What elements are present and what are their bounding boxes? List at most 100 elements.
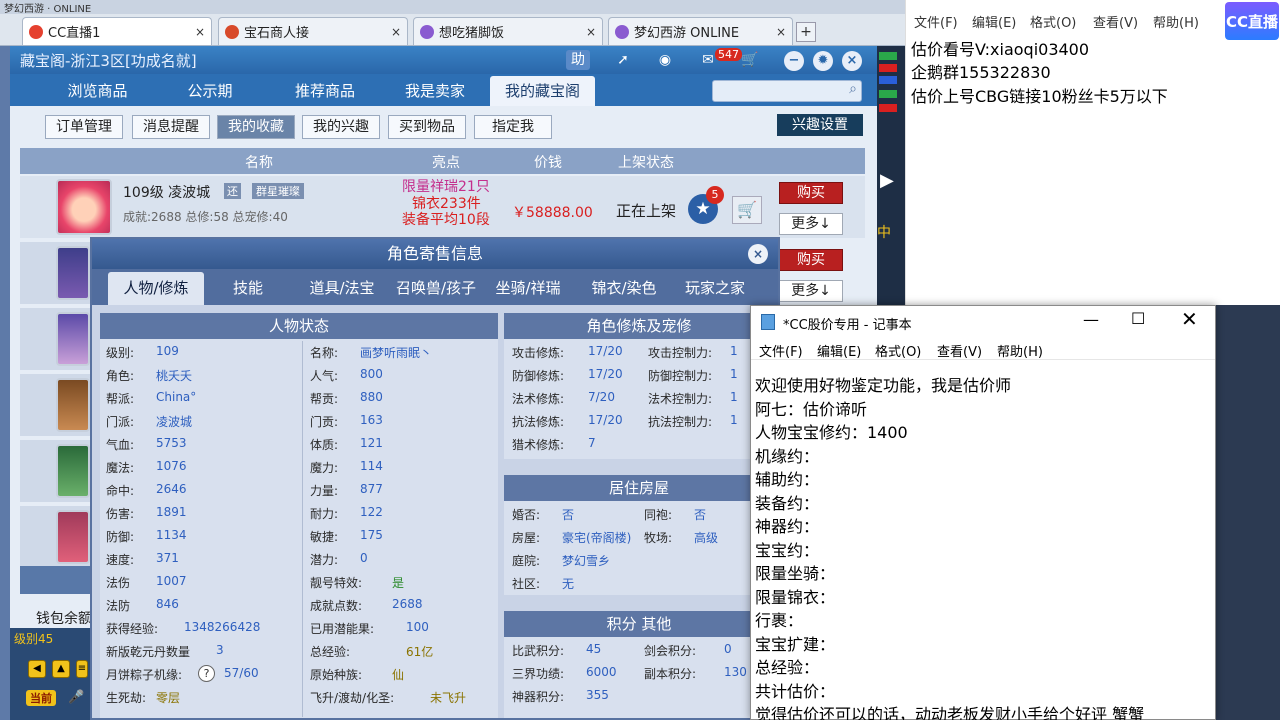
menu-format[interactable]: 格式(O) xyxy=(875,341,921,360)
record-icon[interactable]: ◉ xyxy=(654,50,676,70)
menu-view[interactable]: 查看(V) xyxy=(937,341,982,360)
stat-value: 121 xyxy=(360,436,383,450)
stat-row: 角色: 桃夭夭 xyxy=(100,364,296,386)
more-button[interactable]: 更多↓ xyxy=(779,280,843,302)
cart-icon[interactable]: 🛒 xyxy=(738,50,762,70)
stat-row: 新版乾元丹数量 3 xyxy=(100,640,296,662)
highlight-1: 限量祥瑞21只 xyxy=(402,179,490,195)
message-remind-button[interactable]: 消息提醒 xyxy=(132,115,210,139)
overlay-line: 企鹅群155322830 xyxy=(911,63,1051,82)
menu-edit[interactable]: 编辑(E) xyxy=(817,341,861,360)
stat-row: 总经验: 61亿 xyxy=(304,640,500,662)
browser-tab-cc-live[interactable]: CC直播1 × xyxy=(22,17,212,45)
role-name: 109级 凌波城 xyxy=(123,185,211,201)
minimize-icon[interactable]: − xyxy=(784,51,804,71)
search-input[interactable]: ⌕ xyxy=(712,80,862,102)
tab-home[interactable]: 玩家之家 xyxy=(672,272,758,305)
order-manage-button[interactable]: 订单管理 xyxy=(45,115,123,139)
stat-value: 800 xyxy=(360,367,383,381)
list-item[interactable] xyxy=(20,506,90,568)
cart-icon[interactable]: 🛒 xyxy=(732,196,762,224)
menu-help[interactable]: 帮助(H) xyxy=(1153,12,1199,31)
menu-icon[interactable]: ≡ xyxy=(76,660,88,678)
tab-outfits[interactable]: 锦衣/染色 xyxy=(580,272,668,305)
my-favorites-button[interactable]: 我的收藏 xyxy=(217,115,295,139)
tab-pets[interactable]: 召唤兽/孩子 xyxy=(388,272,484,305)
menu-view[interactable]: 查看(V) xyxy=(1093,12,1138,31)
close-icon[interactable]: × xyxy=(195,25,205,39)
tab-skills[interactable]: 技能 xyxy=(210,272,286,305)
menu-file[interactable]: 文件(F) xyxy=(914,12,958,31)
browser-tab-mhxy-online[interactable]: 梦幻西游 ONLINE × xyxy=(608,17,793,45)
stat-row: 帮贡: 880 xyxy=(304,387,500,409)
tab-recommended[interactable]: 推荐商品 xyxy=(275,76,375,106)
list-item[interactable] xyxy=(20,242,90,304)
microphone-icon[interactable]: 🎤 xyxy=(68,690,84,705)
stat-value: 凌波城 xyxy=(156,415,193,429)
buy-button[interactable]: 购买 xyxy=(779,182,843,204)
menu-edit[interactable]: 编辑(E) xyxy=(972,12,1016,31)
browser-tab-pork-rice[interactable]: 想吃猪脚饭 × xyxy=(413,17,603,45)
stat-value: 355 xyxy=(586,688,609,702)
stat-row: 体质: 121 xyxy=(304,433,500,455)
list-item[interactable] xyxy=(20,308,90,370)
tab-public[interactable]: 公示期 xyxy=(165,76,255,106)
minimize-icon[interactable]: — xyxy=(1083,310,1099,329)
tab-items[interactable]: 道具/法宝 xyxy=(298,272,386,305)
list-item[interactable] xyxy=(20,440,90,502)
stat-value: 175 xyxy=(360,528,383,542)
gear-icon[interactable]: ✹ xyxy=(813,51,833,71)
help-icon[interactable]: ? xyxy=(198,665,215,682)
my-interests-button[interactable]: 我的兴趣 xyxy=(302,115,380,139)
stat-row: 神器积分: 355 xyxy=(512,685,642,707)
share-icon[interactable]: ➚ xyxy=(612,50,634,70)
stat-row: 防御修炼: 17/20 xyxy=(504,364,644,386)
cultivation-left-column: 攻击修炼: 17/20 防御修炼: 17/20 法术修炼: 7/20 抗法修炼: 17/20 猎… xyxy=(504,341,644,457)
close-icon[interactable]: × xyxy=(842,51,862,71)
list-item[interactable] xyxy=(20,374,90,436)
stat-row: 敏捷: 175 xyxy=(304,525,500,547)
current-button[interactable]: 当前 xyxy=(26,690,56,706)
close-icon[interactable]: ✕ xyxy=(1181,307,1198,331)
stat-label: 名称: xyxy=(310,346,339,360)
notepad-line: 装备约： xyxy=(755,493,820,513)
stat-row: 靓号特效: 是 xyxy=(304,571,500,593)
assigned-to-me-button[interactable]: 指定我 xyxy=(474,115,552,139)
stat-label: 门派: xyxy=(106,415,135,429)
buy-button[interactable]: 购买 xyxy=(779,249,843,271)
search-icon[interactable]: ⌕ xyxy=(849,81,857,97)
stat-label: 防御修炼: xyxy=(512,369,565,383)
new-tab-button[interactable]: + xyxy=(796,22,816,42)
menu-help[interactable]: 帮助(H) xyxy=(997,341,1043,360)
cc-live-logo: CC直播 xyxy=(1225,2,1279,40)
table-row[interactable]: 109级 凌波城 还 群星璀璨 成就:2688 总修:58 总宠修:40 限量祥… xyxy=(20,176,865,238)
stat-label: 抗法修炼: xyxy=(512,415,565,429)
notepad-line: 总经验： xyxy=(755,658,820,677)
tab-character[interactable]: 人物/修炼 xyxy=(108,272,204,305)
close-icon[interactable]: × xyxy=(391,25,401,39)
tab-browse[interactable]: 浏览商品 xyxy=(50,76,145,106)
expand-right-icon[interactable]: ▶ xyxy=(880,170,894,191)
maximize-icon[interactable]: ☐ xyxy=(1131,309,1145,328)
tab-mounts[interactable]: 坐骑/祥瑞 xyxy=(488,272,568,305)
interest-settings-button[interactable]: 兴趣设置 xyxy=(777,114,863,136)
browser-tab-label: CC直播1 xyxy=(48,26,101,41)
browser-tab-gem-merchant[interactable]: 宝石商人接 × xyxy=(218,17,408,45)
tab-seller[interactable]: 我是卖家 xyxy=(385,76,485,106)
close-icon[interactable]: × xyxy=(776,25,786,39)
menu-file[interactable]: 文件(F) xyxy=(759,341,803,360)
notepad-text-area[interactable]: 欢迎使用好物鉴定功能，我是估价师 阿七：估价谛听 人物宝宝修约：1400 机缘约： 辅助… xyxy=(751,362,1215,720)
left-arrow-icon[interactable]: ◀ xyxy=(28,660,46,678)
notepad-line: 神器约： xyxy=(755,517,820,536)
close-icon[interactable]: × xyxy=(748,244,768,264)
stat-row: 比武积分: 45 xyxy=(512,639,642,661)
more-button[interactable]: 更多↓ xyxy=(779,213,843,235)
up-arrow-icon[interactable]: ▲ xyxy=(52,660,70,678)
close-icon[interactable]: × xyxy=(586,25,596,39)
tab-my-cbg[interactable]: 我的藏宝阁 xyxy=(490,76,595,106)
menu-format[interactable]: 格式(O) xyxy=(1030,12,1076,31)
help-button[interactable]: 助 xyxy=(566,50,590,70)
bought-items-button[interactable]: 买到物品 xyxy=(388,115,466,139)
stat-label: 潜力: xyxy=(310,553,339,567)
col-name: 名称 xyxy=(245,155,273,171)
